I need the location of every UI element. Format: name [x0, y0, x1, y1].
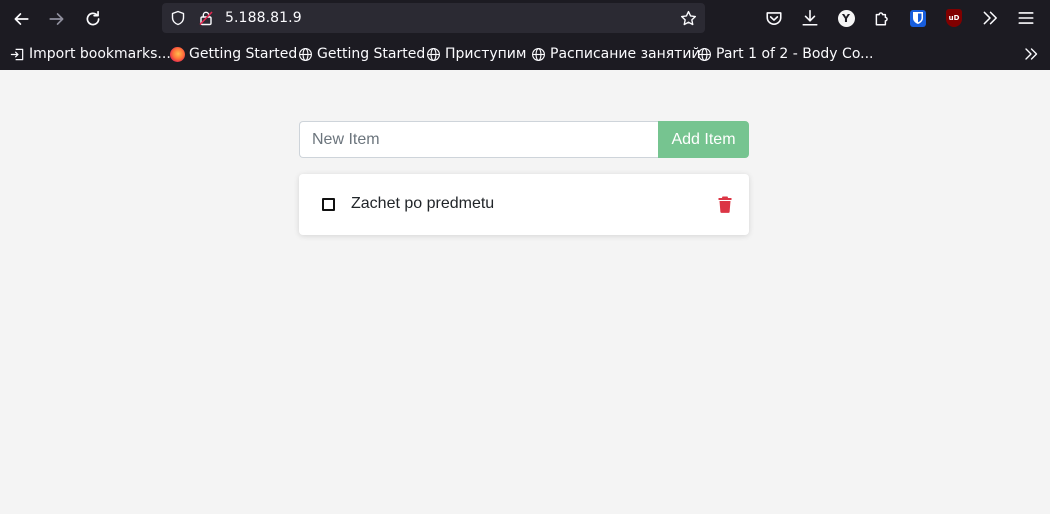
shield-icon[interactable] — [169, 9, 187, 27]
globe-icon — [698, 47, 711, 61]
back-arrow-icon — [14, 13, 29, 25]
app-menu-button[interactable] — [1016, 8, 1036, 28]
import-icon — [10, 48, 24, 60]
globe-icon — [532, 47, 545, 61]
bitwarden-shield-icon — [910, 9, 926, 27]
bookmark-label: Расписание занятий — [550, 46, 701, 62]
forward-arrow-icon — [49, 13, 64, 25]
todo-item: Zachet po predmetu — [299, 174, 749, 235]
pocket-button[interactable] — [764, 8, 784, 28]
overflow-menu-button[interactable] — [980, 8, 1000, 28]
bookmark-label: Getting Started — [189, 46, 298, 62]
reload-button[interactable] — [80, 6, 106, 32]
back-button[interactable] — [8, 6, 34, 32]
navigation-toolbar: 5.188.81.9 Y uD — [0, 0, 1050, 38]
yandex-icon: Y — [837, 9, 855, 27]
trash-icon[interactable] — [718, 196, 732, 213]
bookmarks-overflow-button[interactable] — [1022, 45, 1040, 63]
bookmark-label: Import bookmarks... — [29, 46, 171, 62]
bookmark-label: Getting Started — [317, 46, 426, 62]
extensions-button[interactable] — [872, 8, 892, 28]
insecure-lock-icon[interactable] — [197, 9, 215, 27]
address-bar[interactable]: 5.188.81.9 — [162, 3, 705, 33]
puzzle-icon — [875, 12, 888, 26]
yandex-extension-button[interactable]: Y — [836, 8, 856, 28]
item-checkbox[interactable] — [322, 198, 335, 211]
double-chevron-right-icon — [983, 11, 997, 25]
bookmark-label: Part 1 of 2 - Body Co... — [716, 46, 874, 62]
bookmark-raspisanie[interactable]: Расписание занятий — [531, 45, 701, 63]
bookmark-getting-started[interactable]: Getting Started — [298, 45, 425, 63]
bookmark-getting-started-firefox[interactable]: Getting Started — [170, 45, 297, 63]
bookmark-label: Приступим — [445, 46, 527, 62]
forward-button[interactable] — [44, 6, 70, 32]
bookmark-star-icon[interactable] — [679, 9, 697, 27]
item-text: Zachet po predmetu — [351, 195, 495, 212]
download-icon — [802, 9, 818, 26]
bookmark-import[interactable]: Import bookmarks... — [10, 45, 171, 63]
double-chevron-right-icon — [1025, 48, 1038, 60]
downloads-button[interactable] — [800, 8, 820, 28]
ublock-origin-icon: uD — [946, 9, 962, 27]
bitwarden-extension-button[interactable] — [908, 8, 928, 28]
reload-icon — [86, 10, 100, 26]
new-item-input[interactable] — [299, 121, 658, 158]
add-item-button[interactable]: Add Item — [658, 121, 749, 158]
add-item-form: Add Item — [299, 121, 749, 158]
bookmarks-toolbar: Import bookmarks... Getting Started Gett… — [0, 40, 1050, 68]
globe-icon — [299, 47, 312, 61]
firefox-icon — [170, 46, 185, 62]
pocket-icon — [766, 12, 782, 25]
browser-chrome: 5.188.81.9 Y uD Import bookmarks... Gett… — [0, 0, 1050, 70]
globe-icon — [427, 47, 440, 61]
ublock-extension-button[interactable]: uD — [944, 8, 964, 28]
bookmark-pristupim[interactable]: Приступим — [426, 45, 526, 63]
bookmark-part-1-of-2[interactable]: Part 1 of 2 - Body Co... — [697, 45, 874, 63]
hamburger-menu-icon — [1018, 12, 1034, 24]
url-text[interactable]: 5.188.81.9 — [225, 10, 302, 26]
